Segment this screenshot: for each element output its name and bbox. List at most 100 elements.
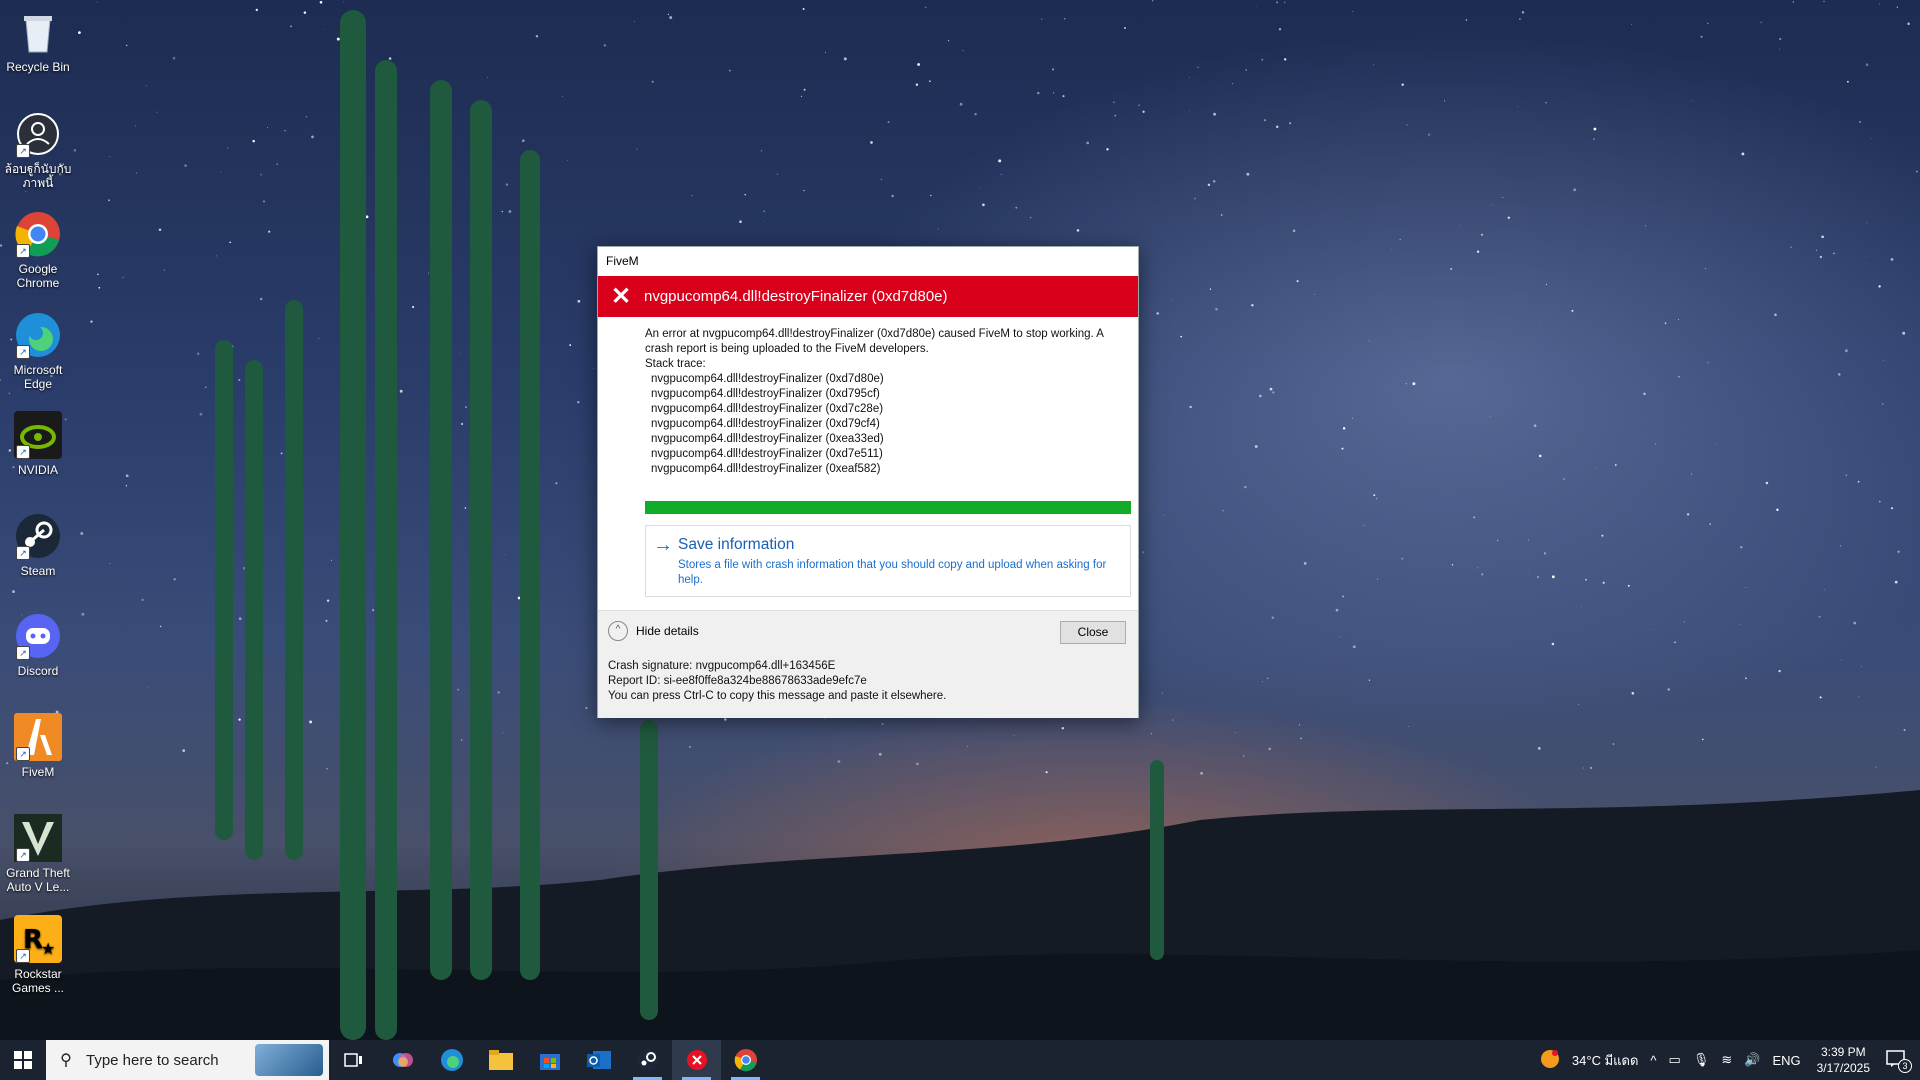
error-body: An error at nvgpucomp64.dll!destroyFinal… xyxy=(598,317,1138,477)
desktop-icon-chrome[interactable]: ↗ Google Chrome xyxy=(0,210,76,290)
clock[interactable]: 3:39 PM 3/17/2025 xyxy=(1817,1044,1870,1076)
sun-icon xyxy=(1540,1049,1559,1068)
fivem-error-taskbar-button[interactable] xyxy=(672,1040,721,1080)
stack-frame: nvgpucomp64.dll!destroyFinalizer (0xd7e5… xyxy=(651,448,883,460)
desktop-icon-fivem[interactable]: ↗ FiveM xyxy=(0,713,76,779)
shortcut-arrow-icon: ↗ xyxy=(16,949,30,963)
steam-taskbar-button[interactable] xyxy=(623,1040,672,1080)
system-tray: 34°C มีแดด ^ ▭ 🎙 ≋ 🔊 ENG 3:39 PM 3/17/20… xyxy=(1534,1040,1920,1080)
shortcut-arrow-icon: ↗ xyxy=(16,546,30,560)
error-header: ✕ nvgpucomp64.dll!destroyFinalizer (0xd7… xyxy=(598,276,1138,317)
steam-icon xyxy=(636,1049,659,1071)
desktop-icon-label: ล้อบฐูก็นับกับ ภาพนี้ xyxy=(4,162,72,190)
shortcut-arrow-icon: ↗ xyxy=(16,345,30,359)
stack-trace: nvgpucomp64.dll!destroyFinalizer (0xd7d8… xyxy=(645,372,1132,477)
outlook-icon xyxy=(586,1051,611,1069)
stack-trace-label: Stack trace: xyxy=(645,358,706,370)
desktop-icon-discord[interactable]: ↗ Discord xyxy=(0,612,76,678)
chevron-up-icon: ^ xyxy=(608,621,628,641)
stack-frame: nvgpucomp64.dll!destroyFinalizer (0xd7c2… xyxy=(651,403,884,415)
store-icon xyxy=(539,1054,560,1070)
chrome-icon: ↗ xyxy=(14,210,62,258)
desktop-icon-label: FiveM xyxy=(21,765,55,779)
task-view-button[interactable] xyxy=(329,1040,378,1080)
shortcut-arrow-icon: ↗ xyxy=(16,848,30,862)
nvidia-icon: ↗ xyxy=(14,411,62,459)
desktop-icon-recycle-bin[interactable]: Recycle Bin xyxy=(0,8,76,74)
stack-frame: nvgpucomp64.dll!destroyFinalizer (0xeaf5… xyxy=(651,463,881,475)
user-account-icon: ↗ xyxy=(14,110,62,158)
edge-icon: ↗ xyxy=(14,311,62,359)
report-id: Report ID: si-ee8f0ffe8a324be88678633ade… xyxy=(608,675,867,687)
desktop-icon-steam[interactable]: ↗ Steam xyxy=(0,512,76,578)
store-button[interactable] xyxy=(525,1040,574,1080)
notification-center-button[interactable]: 3 xyxy=(1886,1049,1912,1073)
stack-frame: nvgpucomp64.dll!destroyFinalizer (0xd795… xyxy=(651,388,880,400)
copilot-button[interactable] xyxy=(378,1040,427,1080)
taskbar-search-box[interactable]: ⚲ Type here to search xyxy=(46,1040,329,1080)
stack-frame: nvgpucomp64.dll!destroyFinalizer (0xd79c… xyxy=(651,418,880,430)
shortcut-arrow-icon: ↗ xyxy=(16,646,30,660)
error-title: nvgpucomp64.dll!destroyFinalizer (0xd7d8… xyxy=(644,288,948,305)
crash-signature: Crash signature: nvgpucomp64.dll+163456E xyxy=(608,660,836,672)
save-information-title: Save information xyxy=(678,536,795,553)
chrome-taskbar-button[interactable] xyxy=(721,1040,770,1080)
shortcut-arrow-icon: ↗ xyxy=(16,445,30,459)
fivem-crash-dialog: FiveM ✕ nvgpucomp64.dll!destroyFinalizer… xyxy=(597,246,1139,718)
hide-details-label: Hide details xyxy=(636,624,699,638)
desktop-icon-user-account[interactable]: ↗ ล้อบฐูก็นับกับ ภาพนี้ xyxy=(0,110,76,190)
shortcut-arrow-icon: ↗ xyxy=(16,747,30,761)
rockstar-icon: R ★ ↗ xyxy=(14,915,62,963)
desktop-icon-rockstar[interactable]: R ★ ↗ Rockstar Games ... xyxy=(0,915,76,995)
desktop-icon-edge[interactable]: ↗ Microsoft Edge xyxy=(0,311,76,391)
crash-details: Crash signature: nvgpucomp64.dll+163456E… xyxy=(608,659,946,704)
file-explorer-button[interactable] xyxy=(476,1040,525,1080)
error-x-icon: ✕ xyxy=(610,283,632,310)
clock-time: 3:39 PM xyxy=(1820,1045,1866,1059)
start-button[interactable] xyxy=(0,1040,46,1080)
hide-details-toggle[interactable]: ^ Hide details xyxy=(608,621,699,641)
language-indicator[interactable]: ENG xyxy=(1772,1053,1800,1068)
edge-icon xyxy=(440,1049,463,1071)
fivem-error-icon xyxy=(686,1050,707,1070)
upload-progress-bar xyxy=(645,501,1131,514)
search-icon: ⚲ xyxy=(60,1052,72,1069)
dialog-title: FiveM xyxy=(606,254,639,268)
arrow-right-icon: → xyxy=(653,534,673,556)
volume-icon[interactable]: 🔊 xyxy=(1744,1052,1760,1068)
desktop-icon-label: Discord xyxy=(17,664,59,678)
weather-sun-icon[interactable] xyxy=(1540,1049,1560,1072)
search-highlight-image xyxy=(255,1044,323,1076)
search-placeholder: Type here to search xyxy=(86,1051,219,1069)
task-view-icon xyxy=(343,1053,362,1067)
save-information-button[interactable]: → Save information Stores a file with cr… xyxy=(645,525,1131,597)
shortcut-arrow-icon: ↗ xyxy=(16,144,30,158)
desktop-icon-nvidia[interactable]: ↗ NVIDIA xyxy=(0,411,76,477)
close-button[interactable]: Close xyxy=(1060,621,1126,644)
desktop-icon-label: Rockstar Games ... xyxy=(11,967,64,995)
stack-frame: nvgpucomp64.dll!destroyFinalizer (0xd7d8… xyxy=(651,373,884,385)
fivem-icon: ↗ xyxy=(14,713,62,761)
desktop-icon-label: Google Chrome xyxy=(16,262,60,290)
desktop-icon-label: Recycle Bin xyxy=(6,60,70,74)
chrome-icon xyxy=(734,1049,757,1072)
weather-text[interactable]: 34°C มีแดด xyxy=(1572,1050,1639,1071)
copy-hint: You can press Ctrl-C to copy this messag… xyxy=(608,690,947,702)
dialog-footer: ^ Hide details Close Crash signature: nv… xyxy=(598,610,1138,718)
desktop-icon-gta[interactable]: ↗ Grand Theft Auto V Le... xyxy=(0,814,76,894)
svg-text:★: ★ xyxy=(41,939,55,958)
meet-now-icon[interactable]: ▭ xyxy=(1669,1052,1681,1068)
save-information-description: Stores a file with crash information tha… xyxy=(678,559,1107,586)
stack-frame: nvgpucomp64.dll!destroyFinalizer (0xea33… xyxy=(651,433,884,445)
taskbar: ⚲ Type here to search 34°C มีแดด ^ ▭ 🎙 ≋… xyxy=(0,1040,1920,1080)
desktop-icon-label: Grand Theft Auto V Le... xyxy=(6,866,70,894)
outlook-button[interactable] xyxy=(574,1040,623,1080)
gta-icon: ↗ xyxy=(14,814,62,862)
clock-date: 3/17/2025 xyxy=(1816,1061,1870,1075)
error-message: An error at nvgpucomp64.dll!destroyFinal… xyxy=(645,328,1104,355)
chevron-up-icon[interactable]: ^ xyxy=(1650,1053,1656,1068)
wifi-icon[interactable]: ≋ xyxy=(1721,1052,1732,1068)
copilot-icon xyxy=(392,1053,413,1067)
edge-taskbar-button[interactable] xyxy=(427,1040,476,1080)
microphone-icon[interactable]: 🎙 xyxy=(1693,1052,1710,1068)
